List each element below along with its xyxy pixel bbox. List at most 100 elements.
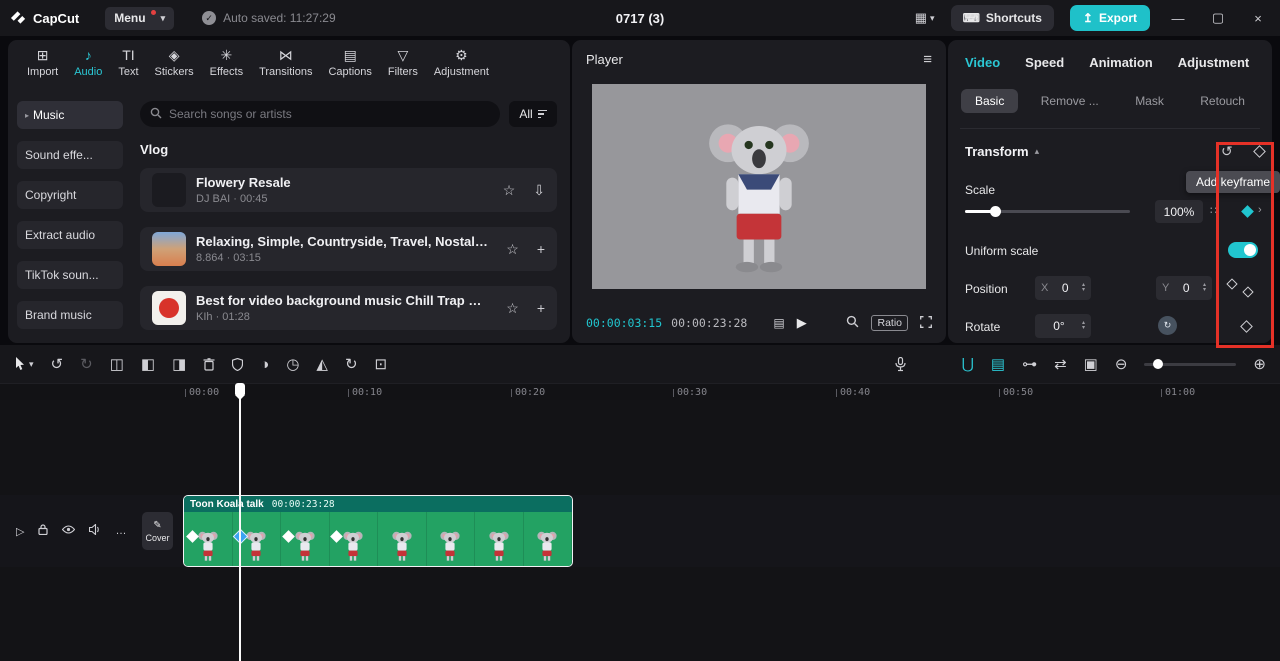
timeline-zoom-slider[interactable] bbox=[1144, 359, 1237, 369]
export-button[interactable]: ↥ Export bbox=[1069, 5, 1150, 31]
tab-adjustment[interactable]: ⚙ Adjustment bbox=[427, 47, 496, 88]
tab-adjustment[interactable]: Adjustment bbox=[1178, 55, 1250, 70]
playhead-handle[interactable] bbox=[235, 383, 245, 400]
more-icon[interactable]: … bbox=[115, 525, 126, 537]
zoom-out-icon[interactable]: ⊖ bbox=[1115, 357, 1128, 372]
freeze-frame-icon[interactable]: ◷ bbox=[286, 357, 299, 372]
position-x-field[interactable]: X 0 ▴ ▾ bbox=[1035, 276, 1091, 300]
undo-icon[interactable]: ↺ bbox=[51, 357, 64, 372]
reset-transform-icon[interactable]: ↺ bbox=[1221, 143, 1233, 160]
position-keyframe-icon[interactable] bbox=[1242, 286, 1254, 298]
zoom-fit-icon[interactable] bbox=[846, 315, 859, 331]
magnet-snap-icon[interactable]: ⋃ bbox=[962, 357, 974, 372]
drag-handle-icon[interactable]: ∷ bbox=[1210, 204, 1217, 217]
stepper-icon[interactable]: ▴ ▾ bbox=[1203, 282, 1206, 293]
tab-filters[interactable]: ▽ Filters bbox=[381, 47, 425, 88]
ratio-button[interactable]: Ratio bbox=[871, 315, 908, 331]
preview-axis-icon[interactable]: ▤ bbox=[991, 357, 1005, 372]
edit-cover-button[interactable]: ✎ Cover bbox=[142, 512, 173, 550]
video-clip[interactable]: Toon Koala talk 00:00:23:28 bbox=[183, 495, 573, 567]
subtab-retouch[interactable]: Retouch bbox=[1186, 89, 1259, 113]
subtab-basic[interactable]: Basic bbox=[961, 89, 1019, 113]
record-voiceover-icon[interactable] bbox=[894, 356, 906, 372]
tab-import[interactable]: ⊞ Import bbox=[20, 47, 65, 88]
tab-captions[interactable]: ▤ Captions bbox=[321, 47, 378, 88]
fullscreen-icon[interactable] bbox=[920, 315, 932, 331]
scale-keyframe-icon[interactable] bbox=[1241, 205, 1254, 218]
chevron-right-icon[interactable]: › bbox=[1258, 204, 1262, 216]
close-button[interactable]: × bbox=[1246, 11, 1270, 26]
scale-value[interactable]: 100% bbox=[1155, 200, 1203, 223]
mute-icon[interactable] bbox=[89, 523, 101, 538]
matting-icon[interactable]: ◑ bbox=[260, 357, 269, 372]
search-input[interactable] bbox=[169, 107, 490, 121]
sidebar-item-extract-audio[interactable]: Extract audio bbox=[17, 221, 123, 249]
tab-transitions[interactable]: ⋈ Transitions bbox=[252, 47, 319, 88]
scale-slider[interactable] bbox=[965, 206, 1130, 217]
favorite-icon[interactable]: ☆ bbox=[506, 300, 519, 317]
tab-stickers[interactable]: ◈ Stickers bbox=[148, 47, 201, 88]
add-keyframe-icon[interactable] bbox=[1253, 145, 1266, 158]
shortcuts-button[interactable]: ⌨ Shortcuts bbox=[950, 5, 1054, 31]
crop-icon[interactable]: ⊡ bbox=[375, 357, 388, 372]
menu-button[interactable]: Menu ▾ bbox=[105, 6, 175, 30]
uniform-scale-toggle[interactable] bbox=[1228, 242, 1258, 258]
tab-effects[interactable]: ✳ Effects bbox=[203, 47, 250, 88]
collapse-icon[interactable]: ▴ bbox=[1035, 146, 1040, 157]
maximize-button[interactable]: ▢ bbox=[1206, 10, 1230, 26]
split-icon[interactable]: ◫ bbox=[110, 357, 124, 372]
timeline-zoom-knob[interactable] bbox=[1153, 359, 1164, 369]
tab-audio[interactable]: ♪ Audio bbox=[67, 47, 109, 88]
scale-slider-knob[interactable] bbox=[990, 206, 1001, 217]
favorite-icon[interactable]: ☆ bbox=[506, 241, 519, 258]
delete-left-icon[interactable]: ◧ bbox=[141, 357, 155, 372]
mirror-icon[interactable]: ◭ bbox=[316, 357, 328, 372]
tab-speed[interactable]: Speed bbox=[1025, 55, 1064, 70]
song-item[interactable]: Relaxing, Simple, Countryside, Travel, N… bbox=[140, 227, 557, 271]
subtab-remove[interactable]: Remove ... bbox=[1027, 89, 1113, 113]
subtab-mask[interactable]: Mask bbox=[1121, 89, 1178, 113]
tab-video[interactable]: Video bbox=[965, 55, 1000, 70]
song-item[interactable]: Best for video background music Chill Tr… bbox=[140, 286, 557, 330]
visibility-icon[interactable] bbox=[62, 525, 76, 537]
auto-ripple-icon[interactable]: ⇄ bbox=[1054, 357, 1067, 372]
tab-text[interactable]: TI Text bbox=[111, 47, 145, 88]
stepper-icon[interactable]: ▴ ▾ bbox=[1082, 282, 1085, 293]
track-preview-icon[interactable]: ▷ bbox=[16, 525, 24, 538]
zoom-in-icon[interactable]: ⊕ bbox=[1253, 357, 1266, 372]
lock-icon[interactable] bbox=[38, 524, 49, 538]
layout-toggle[interactable]: ▦ ▾ bbox=[915, 10, 935, 26]
sidebar-item-brand-music[interactable]: Brand music bbox=[17, 301, 123, 329]
position-y-field[interactable]: Y 0 ▴ ▾ bbox=[1156, 276, 1212, 300]
rotate-clip-icon[interactable]: ↻ bbox=[345, 357, 358, 372]
filter-all-button[interactable]: All bbox=[509, 101, 557, 127]
player-menu-icon[interactable]: ≡ bbox=[923, 51, 932, 68]
rotate-dial[interactable]: ↻ bbox=[1158, 316, 1177, 335]
select-tool[interactable]: ▾ bbox=[14, 357, 34, 372]
delete-right-icon[interactable]: ◨ bbox=[172, 357, 186, 372]
sidebar-item-sound-effects[interactable]: Sound effe... bbox=[17, 141, 123, 169]
add-to-timeline-icon[interactable]: + bbox=[537, 300, 545, 316]
download-icon[interactable]: ⇩ bbox=[533, 182, 545, 199]
play-button[interactable]: ▶ bbox=[797, 315, 807, 331]
position-keyframe-icon[interactable] bbox=[1226, 278, 1238, 290]
mask-icon[interactable] bbox=[232, 357, 244, 371]
delete-icon[interactable] bbox=[203, 357, 215, 371]
timeline-ruler[interactable]: 00:00 00:10 00:20 00:30 00:40 00:50 01:0… bbox=[0, 383, 1280, 400]
rotate-field[interactable]: 0° ▴ ▾ bbox=[1035, 314, 1091, 338]
rotate-keyframe-icon[interactable] bbox=[1240, 320, 1253, 333]
minimize-button[interactable]: — bbox=[1166, 11, 1190, 26]
frame-preview-icon[interactable]: ▤ bbox=[773, 316, 784, 330]
stepper-icon[interactable]: ▴ ▾ bbox=[1082, 320, 1085, 331]
sidebar-item-copyright[interactable]: Copyright bbox=[17, 181, 123, 209]
cover-track-icon[interactable]: ▣ bbox=[1084, 357, 1098, 372]
tab-animation[interactable]: Animation bbox=[1089, 55, 1153, 70]
song-item[interactable]: Flowery Resale DJ BAI · 00:45 ☆ ⇩ bbox=[140, 168, 557, 212]
add-to-timeline-icon[interactable]: + bbox=[537, 241, 545, 257]
favorite-icon[interactable]: ☆ bbox=[503, 182, 516, 199]
sidebar-item-tiktok-sounds[interactable]: TikTok soun... bbox=[17, 261, 123, 289]
playhead[interactable] bbox=[235, 383, 245, 661]
sidebar-item-music[interactable]: ▸ Music bbox=[17, 101, 123, 129]
redo-icon[interactable]: ↻ bbox=[80, 357, 93, 372]
link-clips-icon[interactable]: ⊶ bbox=[1022, 357, 1037, 372]
